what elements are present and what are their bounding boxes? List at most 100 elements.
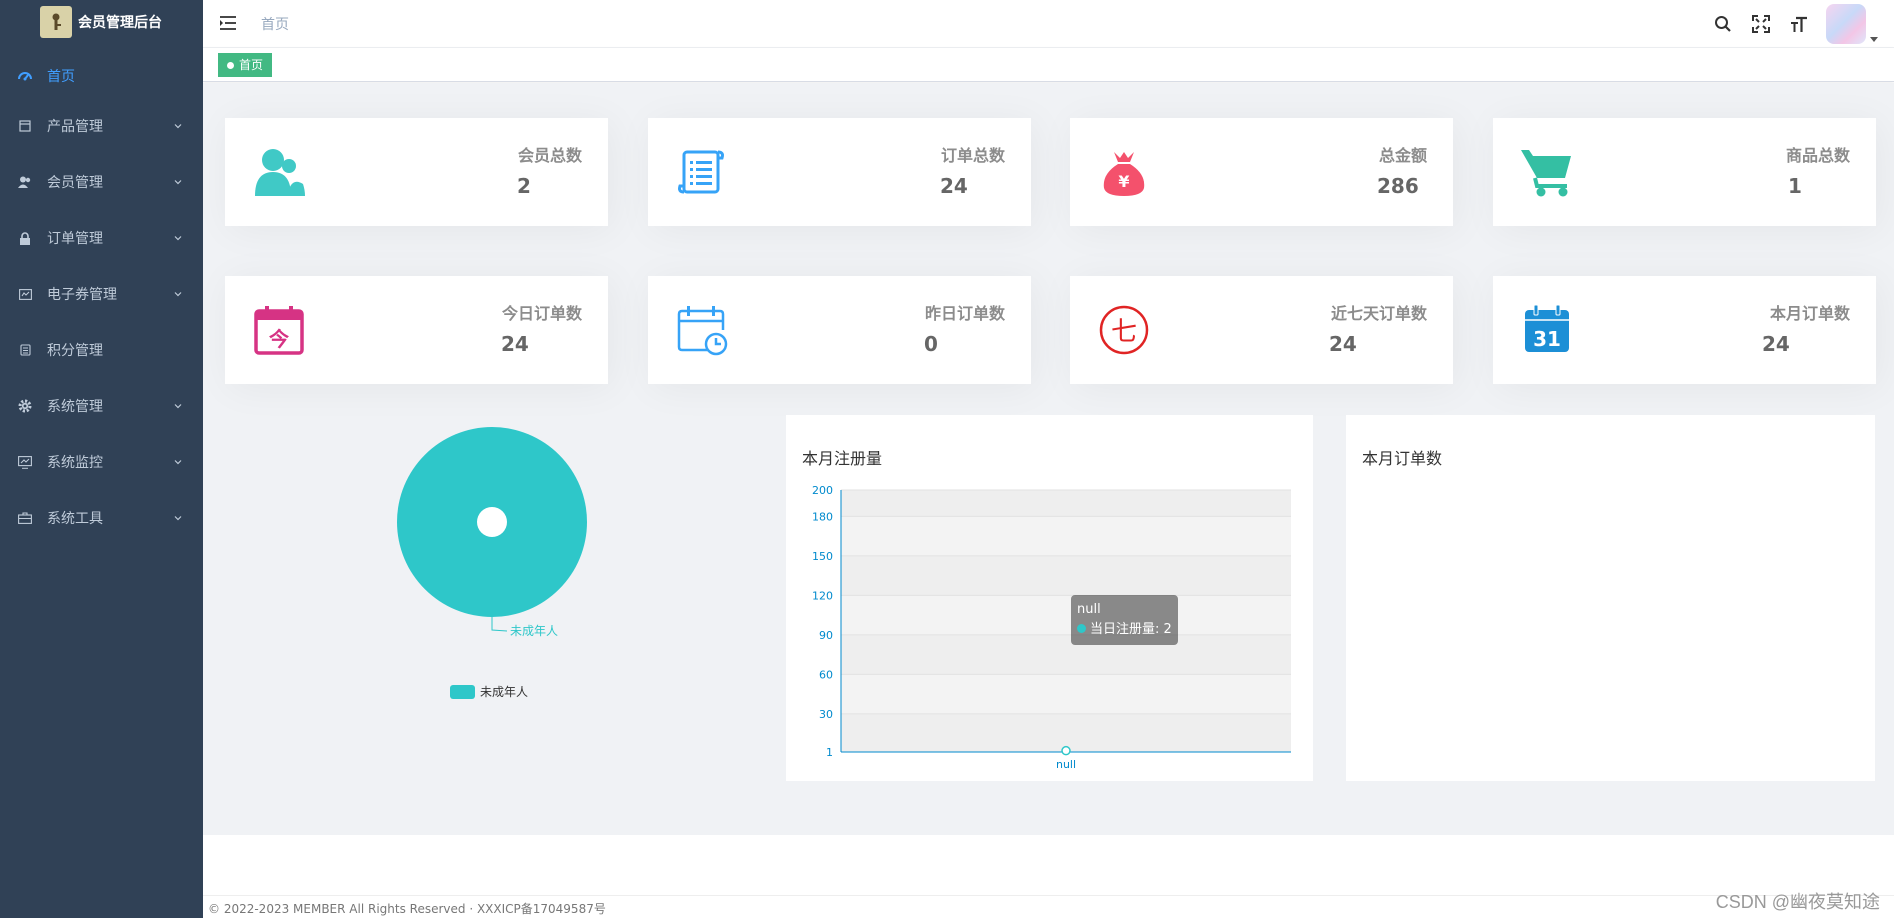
watermark: CSDN @幽夜莫知途 (1715, 892, 1880, 912)
x-tick-label: null (1056, 758, 1076, 771)
sidebar-item-coupons[interactable]: 电子券管理 (0, 266, 203, 322)
top-navbar: 首页 (203, 0, 1894, 48)
active-dot-icon (227, 61, 234, 69)
stat-value: 24 (940, 174, 968, 198)
order-list-icon (678, 150, 724, 194)
font-size-icon (1791, 16, 1807, 32)
grid-band (841, 516, 1291, 556)
search-button[interactable] (1704, 0, 1742, 48)
svg-text:31: 31 (1533, 327, 1561, 351)
sidebar-item-monitor[interactable]: 系统监控 (0, 434, 203, 490)
stat-label: 总金额 (1378, 146, 1427, 165)
chevron-down-icon (174, 180, 182, 185)
y-tick-label: 120 (812, 589, 833, 602)
app-title: 会员管理后台 (78, 15, 162, 31)
product-icon (18, 119, 32, 133)
stat-card-week-orders[interactable]: 七 近七天订单数 24 (1070, 276, 1453, 384)
data-point (1061, 745, 1071, 756)
sidebar-item-tools[interactable]: 系统工具 (0, 490, 203, 546)
stat-card-members[interactable]: 会员总数 2 (225, 118, 608, 226)
fullscreen-button[interactable] (1742, 0, 1780, 48)
calendar-31-icon: 31 (1525, 304, 1569, 352)
stat-card-yesterday-orders[interactable]: 昨日订单数 0 (648, 276, 1031, 384)
sidebar-item-label: 会员管理 (47, 175, 103, 191)
svg-text:七: 七 (1111, 317, 1137, 347)
fullscreen-icon (1752, 15, 1770, 33)
logo-image (40, 6, 72, 38)
sidebar-item-home[interactable]: 首页 (0, 54, 203, 98)
tooltip-dot (1077, 624, 1086, 633)
main-content: 会员总数 2 订单总数 24 ¥ 总金额 286 商品总数 1 今 今日订单数 … (203, 83, 1894, 835)
pie-label: 未成年人 (510, 624, 558, 638)
dashboard-icon (18, 69, 32, 83)
stat-label: 本月订单数 (1769, 304, 1850, 323)
svg-text:今: 今 (269, 327, 290, 351)
stat-card-today-orders[interactable]: 今 今日订单数 24 (225, 276, 608, 384)
pie-group: 未成年人 (397, 427, 587, 638)
logo[interactable]: 会员管理后台 (0, 0, 203, 44)
sidebar-item-label: 订单管理 (47, 231, 103, 247)
sidebar-item-points[interactable]: 积分管理 (0, 322, 203, 378)
stat-value: 0 (924, 332, 938, 356)
pie-legend[interactable]: 未成年人 (450, 683, 528, 700)
sidebar-item-label: 产品管理 (47, 119, 103, 135)
sidebar-item-products[interactable]: 产品管理 (0, 98, 203, 154)
toolbox-icon (18, 511, 32, 525)
coupon-icon (18, 287, 32, 301)
pie-hole (477, 507, 507, 537)
chevron-down-icon (174, 292, 182, 297)
stat-card-month-orders[interactable]: 31 本月订单数 24 (1493, 276, 1876, 384)
sidebar-item-label: 系统监控 (47, 455, 103, 471)
tooltip-text: 当日注册量: 2 (1090, 622, 1172, 637)
y-tick-label: 150 (812, 550, 833, 563)
chevron-down-icon (174, 460, 182, 465)
people-icon (255, 149, 305, 196)
stat-value: 286 (1377, 174, 1419, 198)
stat-label: 订单总数 (940, 146, 1005, 165)
tag-home[interactable]: 首页 (218, 53, 273, 77)
monitor-icon (18, 455, 32, 469)
stat-label: 昨日订单数 (924, 304, 1005, 323)
pie-chart: 未成年人 (397, 427, 587, 638)
stat-value: 24 (501, 332, 529, 356)
registration-chart-panel: 本月注册量 1 30 60 90 120 150 180 200 null null 当日注册量… (786, 415, 1313, 781)
pie-chart-panel: 未成年人 未成年人 (225, 415, 755, 765)
gear-icon (18, 399, 32, 413)
stat-value: 2 (517, 174, 531, 198)
stat-value: 1 (1788, 174, 1802, 198)
hamburger-icon[interactable] (219, 14, 237, 32)
footer: © 2022-2023 MEMBER All Rights Reserved ·… (208, 901, 606, 916)
sidebar-item-label: 电子券管理 (47, 287, 117, 303)
points-icon (18, 343, 32, 357)
sidebar-item-system[interactable]: 系统管理 (0, 378, 203, 434)
font-size-button[interactable] (1780, 0, 1818, 48)
sidebar: 会员管理后台 首页 产品管理 会员管理 订单管理 电子券管理 积分管理 系统管理… (0, 0, 203, 918)
calendar-today-icon: 今 (254, 306, 304, 355)
sidebar-item-orders[interactable]: 订单管理 (0, 210, 203, 266)
members-icon (18, 175, 32, 189)
avatar[interactable] (1826, 4, 1866, 44)
reg-chart-group: 1 30 60 90 120 150 180 200 null (812, 484, 1291, 771)
y-tick-label: 180 (812, 510, 833, 523)
registration-line-chart: 1 30 60 90 120 150 180 200 null (812, 484, 1291, 771)
stat-card-amount[interactable]: ¥ 总金额 286 (1070, 118, 1453, 226)
stat-label: 会员总数 (517, 146, 582, 165)
sidebar-item-label: 系统管理 (47, 399, 103, 415)
tag-label: 首页 (239, 58, 264, 72)
breadcrumb[interactable]: 首页 (261, 14, 289, 34)
svg-text:¥: ¥ (1118, 172, 1129, 191)
stat-value: 24 (1329, 332, 1357, 356)
sidebar-item-label: 积分管理 (47, 343, 103, 359)
shopping-cart-icon (1521, 150, 1571, 197)
chevron-down-icon (174, 516, 182, 521)
seven-days-icon: 七 (1099, 305, 1149, 355)
stat-card-orders[interactable]: 订单总数 24 (648, 118, 1031, 226)
calendar-clock-icon (677, 306, 728, 356)
stat-label: 商品总数 (1785, 146, 1850, 165)
sidebar-item-members[interactable]: 会员管理 (0, 154, 203, 210)
lock-icon (18, 231, 32, 245)
stat-card-products[interactable]: 商品总数 1 (1493, 118, 1876, 226)
y-tick-label: 1 (826, 746, 833, 759)
chevron-down-icon (174, 404, 182, 409)
user-menu[interactable] (1826, 4, 1878, 44)
